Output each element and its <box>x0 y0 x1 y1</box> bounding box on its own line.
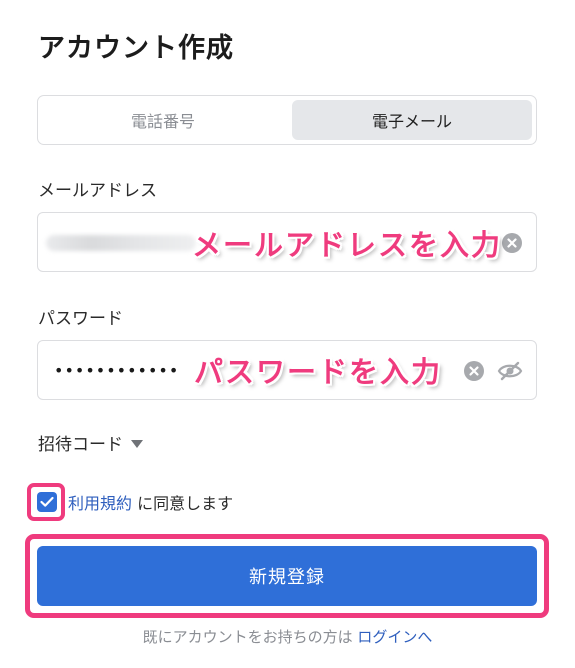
terms-text: 利用規約 に同意します <box>68 490 233 514</box>
email-annotation: メールアドレスを入力 <box>192 228 503 262</box>
email-value-obscured <box>46 235 196 251</box>
tab-email[interactable]: 電子メール <box>292 100 532 140</box>
eye-off-icon[interactable] <box>497 360 523 382</box>
password-annotation: パスワードを入力 <box>194 355 443 389</box>
terms-suffix: に同意します <box>132 494 234 513</box>
invite-code-toggle[interactable]: 招待コード <box>38 430 143 455</box>
email-label: メールアドレス <box>38 181 157 201</box>
login-link[interactable]: ログインへ <box>357 628 432 646</box>
invite-code-label: 招待コード <box>38 435 123 455</box>
terms-link[interactable]: 利用規約 <box>68 494 132 513</box>
page-title: アカウント作成 <box>38 33 234 64</box>
footer-text: 既にアカウントをお持ちの方は <box>142 628 358 646</box>
password-value: •••••••••••• <box>54 361 180 380</box>
clear-icon[interactable] <box>502 233 522 253</box>
tab-phone[interactable]: 電話番号 <box>43 100 283 140</box>
signup-method-tabs: 電話番号 電子メール <box>37 95 537 145</box>
caret-down-icon <box>131 439 143 448</box>
footer: 既にアカウントをお持ちの方は ログインへ <box>0 626 575 647</box>
clear-icon[interactable] <box>464 361 484 381</box>
password-label: パスワード <box>38 309 123 329</box>
check-icon <box>40 496 54 507</box>
terms-checkbox[interactable] <box>37 492 57 512</box>
signup-button[interactable]: 新規登録 <box>37 546 537 606</box>
